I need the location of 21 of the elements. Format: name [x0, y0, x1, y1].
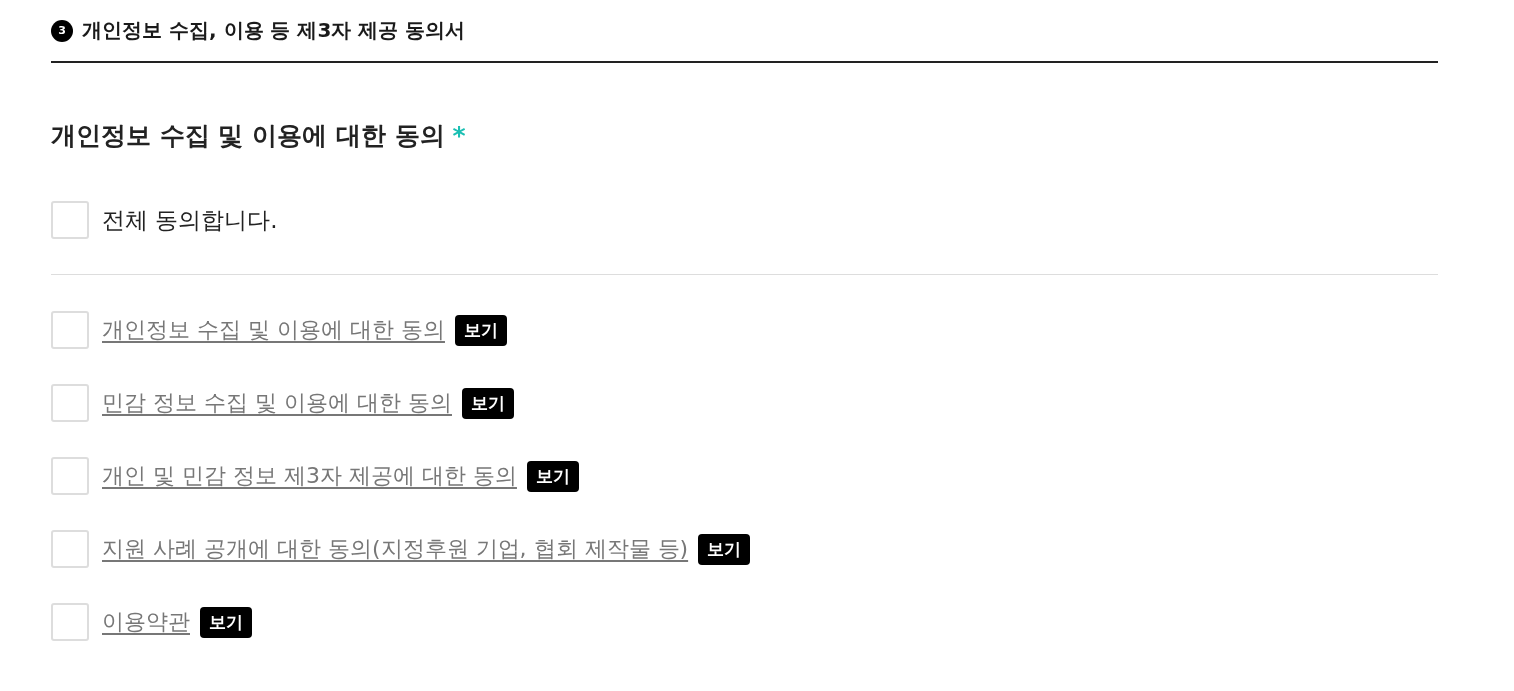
consent-item-link[interactable]: 개인 및 민감 정보 제3자 제공에 대한 동의	[102, 461, 517, 491]
checkbox[interactable]	[51, 457, 89, 495]
checkbox[interactable]	[51, 311, 89, 349]
section-title: 개인정보 수집, 이용 등 제3자 제공 동의서	[82, 17, 466, 44]
view-button[interactable]: 보기	[454, 314, 507, 346]
checkbox[interactable]	[51, 384, 89, 422]
view-button[interactable]: 보기	[698, 533, 751, 565]
consent-heading: 개인정보 수집 및 이용에 대한 동의	[51, 120, 445, 152]
consent-item-link[interactable]: 지원 사례 공개에 대한 동의(지정후원 기업, 협회 제작물 등)	[102, 534, 689, 564]
view-button[interactable]: 보기	[461, 387, 514, 419]
consent-item-link[interactable]: 민감 정보 수집 및 이용에 대한 동의	[102, 388, 452, 418]
view-button[interactable]: 보기	[526, 460, 579, 492]
step-number-badge: 3	[51, 19, 73, 42]
checkbox[interactable]	[51, 603, 89, 641]
checkbox[interactable]	[51, 201, 89, 239]
required-mark: *	[452, 120, 466, 152]
checkbox[interactable]	[51, 530, 89, 568]
view-button[interactable]: 보기	[200, 606, 252, 638]
consent-item-link[interactable]: 이용약관	[102, 607, 190, 637]
consent-item-link[interactable]: 개인정보 수집 및 이용에 대한 동의	[102, 315, 445, 345]
select-all-label: 전체 동의합니다.	[102, 205, 278, 235]
